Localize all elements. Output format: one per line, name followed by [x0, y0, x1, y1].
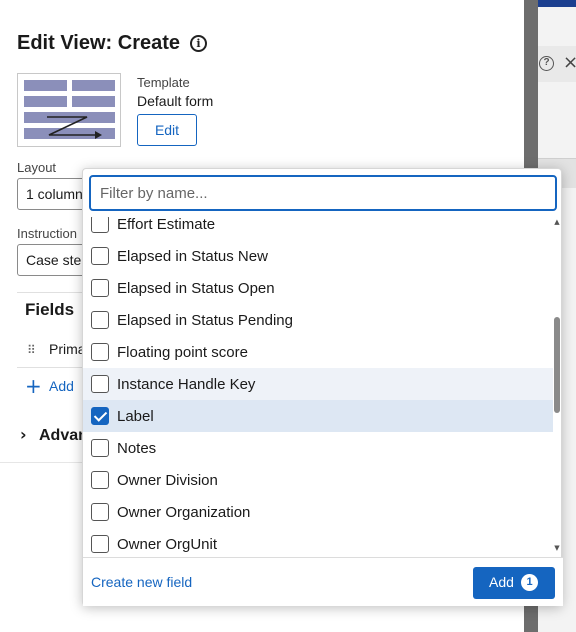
list-item[interactable]: Owner OrgUnit — [83, 528, 553, 555]
list-item-label: Effort Estimate — [117, 217, 216, 233]
checkbox[interactable] — [91, 439, 109, 457]
list-item[interactable]: Effort Estimate — [83, 217, 553, 240]
checkbox[interactable] — [91, 535, 109, 553]
list-item[interactable]: Floating point score — [83, 336, 553, 368]
layout-label: Layout — [17, 160, 57, 175]
checkbox[interactable] — [91, 343, 109, 361]
list-item[interactable]: Elapsed in Status Open — [83, 272, 553, 304]
checkbox-checked[interactable] — [91, 407, 109, 425]
list-item[interactable]: Elapsed in Status New — [83, 240, 553, 272]
add-button-label: Add — [489, 574, 514, 590]
template-thumbnail — [17, 73, 121, 147]
page-title: Edit View: Create — [17, 32, 181, 54]
list-item-label: Owner OrgUnit — [117, 536, 218, 553]
list-item-label: Elapsed in Status Pending — [117, 312, 293, 329]
checkbox[interactable] — [91, 217, 109, 233]
create-new-field-link[interactable]: Create new field — [91, 574, 192, 590]
list-item[interactable]: Elapsed in Status Pending — [83, 304, 553, 336]
add-button[interactable]: Add 1 — [473, 567, 555, 599]
checkbox[interactable] — [91, 247, 109, 265]
scroll-down-icon[interactable]: ▼ — [553, 543, 561, 553]
list-item-label: Instance Handle Key — [117, 376, 256, 393]
template-label: Template — [137, 75, 190, 90]
list-item-label: Owner Organization — [117, 504, 251, 521]
field-picker-popover: Effort Estimate Elapsed in Status New El… — [82, 168, 563, 606]
scrollbar-thumb[interactable] — [554, 317, 560, 413]
list-item-label: Notes — [117, 440, 157, 457]
list-item-label: Owner Division — [117, 472, 218, 489]
picker-footer: Create new field Add 1 — [83, 557, 563, 606]
drag-handle-icon[interactable]: ⠿ — [27, 343, 36, 357]
add-field-link[interactable]: Add — [49, 378, 74, 394]
checkbox[interactable] — [91, 471, 109, 489]
list-item[interactable]: Owner Division — [83, 464, 553, 496]
list-item-label: Floating point score — [117, 344, 248, 361]
filter-input[interactable] — [89, 175, 557, 211]
list-item[interactable]: Label — [83, 400, 553, 432]
list-item[interactable]: Instance Handle Key — [83, 368, 553, 400]
list-item-label: Label — [117, 408, 154, 425]
close-icon[interactable]: × — [563, 52, 576, 73]
checkbox[interactable] — [91, 311, 109, 329]
info-icon[interactable]: i — [190, 35, 207, 52]
scroll-up-icon[interactable]: ▲ — [553, 217, 561, 227]
edit-template-button[interactable]: Edit — [137, 114, 197, 146]
advanced-section-toggle[interactable]: Advan — [39, 427, 88, 445]
list-item-label: Elapsed in Status Open — [117, 280, 275, 297]
field-list: Effort Estimate Elapsed in Status New El… — [83, 217, 553, 555]
field-row-label: Prima — [49, 341, 86, 357]
layout-flow-icon — [47, 116, 102, 139]
instructions-label: Instruction — [17, 226, 77, 241]
checkbox[interactable] — [91, 279, 109, 297]
checkbox[interactable] — [91, 375, 109, 393]
list-item[interactable]: Notes — [83, 432, 553, 464]
checkbox[interactable] — [91, 503, 109, 521]
fields-heading: Fields — [25, 300, 75, 319]
template-value: Default form — [137, 93, 214, 109]
help-icon[interactable]: ? — [539, 56, 554, 71]
background-header-bar — [538, 0, 576, 7]
list-item[interactable]: Owner Organization — [83, 496, 553, 528]
divider — [0, 462, 84, 463]
selected-count-badge: 1 — [521, 574, 538, 591]
chevron-right-icon[interactable]: › — [20, 425, 27, 444]
list-item-label: Elapsed in Status New — [117, 248, 268, 265]
plus-icon[interactable]: + — [25, 374, 42, 398]
